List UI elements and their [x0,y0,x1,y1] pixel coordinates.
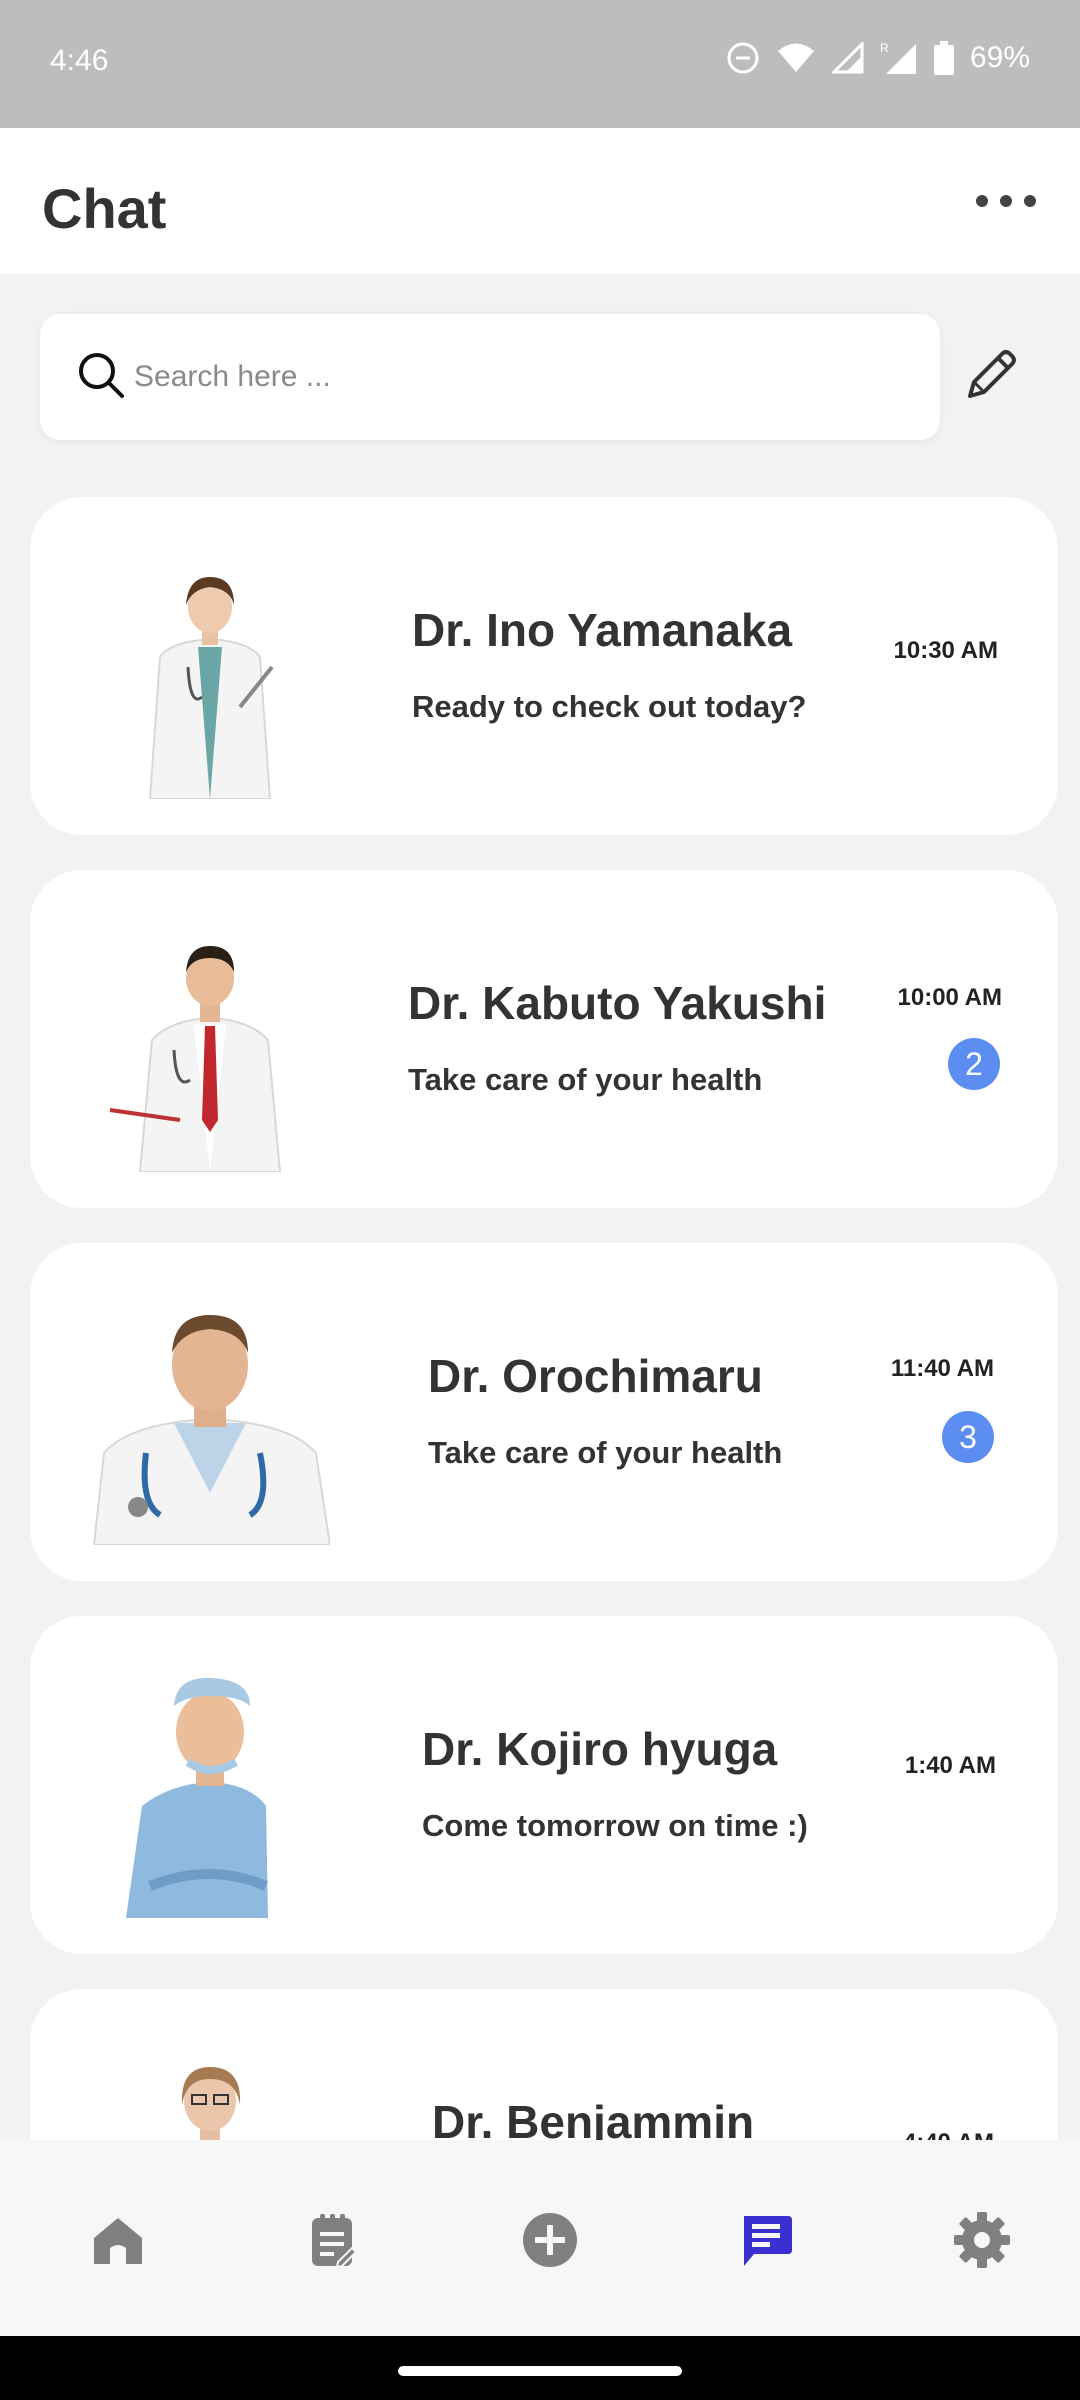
nav-add[interactable] [520,2210,580,2270]
message-time: 10:30 AM [893,637,998,664]
dnd-icon [726,41,760,75]
status-bar: 4:46 R 69% [0,0,1080,128]
avatar [90,1293,330,1545]
unread-badge: 2 [948,1038,1000,1090]
home-icon [88,2210,148,2270]
nav-home[interactable] [88,2210,148,2270]
more-dot [976,195,988,207]
add-circle-icon [520,2210,580,2270]
message-time: 1:40 AM [904,1752,996,1779]
settings-icon [952,2210,1012,2270]
search-box[interactable] [40,314,940,440]
chat-item[interactable]: Dr. Orochimaru Take care of your health … [30,1243,1058,1581]
roaming-signal-icon: R [880,40,918,76]
notes-icon [302,2210,362,2270]
chat-item[interactable]: Dr. Ino Yamanaka Ready to check out toda… [30,497,1058,835]
message-time: 4:40 AM [903,2129,994,2140]
pencil-icon [956,350,1022,414]
search-input[interactable] [134,344,894,410]
chat-list: Dr. Ino Yamanaka Ready to check out toda… [30,497,1058,2140]
more-dot [1024,195,1036,207]
doctor-name: Dr. Benjammin [432,2096,755,2140]
chat-item[interactable]: Dr. Benjammin 4:40 AM [30,1989,1058,2140]
wifi-icon [776,42,816,74]
compose-button[interactable] [956,344,1022,410]
home-gesture-handle[interactable] [398,2366,682,2376]
message-time: 11:40 AM [890,1355,994,1382]
battery-icon [933,41,954,75]
message-preview: Come tomorrow on time :) [422,1808,808,1843]
avatar [90,2039,330,2140]
system-navigation-bar [0,2336,1080,2400]
doctor-name: Dr. Kabuto Yakushi [408,977,827,1029]
page-title: Chat [42,177,167,240]
svg-text:R: R [880,41,889,55]
chat-item[interactable]: Dr. Kojiro hyuga Come tomorrow on time :… [30,1616,1058,1954]
doctor-name: Dr. Kojiro hyuga [422,1723,778,1775]
status-time: 4:46 [50,44,109,77]
chat-icon [736,2210,796,2270]
doctor-name: Dr. Ino Yamanaka [412,604,793,656]
message-preview: Ready to check out today? [412,689,807,724]
search-icon [76,350,126,405]
doctor-name: Dr. Orochimaru [428,1350,763,1402]
unread-badge: 3 [942,1411,994,1463]
message-preview: Take care of your health [408,1062,763,1097]
more-dot [1000,195,1012,207]
signal-icon [831,42,864,74]
app-header: Chat [0,128,1080,274]
status-icons: R 69% [726,40,1030,76]
nav-notes[interactable] [302,2210,362,2270]
bottom-nav [0,2140,1080,2336]
avatar [90,920,330,1172]
battery-percentage: 69% [969,41,1030,74]
nav-chat[interactable] [736,2210,796,2270]
nav-settings[interactable] [952,2210,1012,2270]
chat-item[interactable]: Dr. Kabuto Yakushi Take care of your hea… [30,870,1058,1208]
avatar [90,1666,330,1918]
message-time: 10:00 AM [897,984,1002,1011]
more-options-button[interactable] [976,186,1036,216]
avatar [90,547,330,799]
message-preview: Take care of your health [428,1435,783,1470]
